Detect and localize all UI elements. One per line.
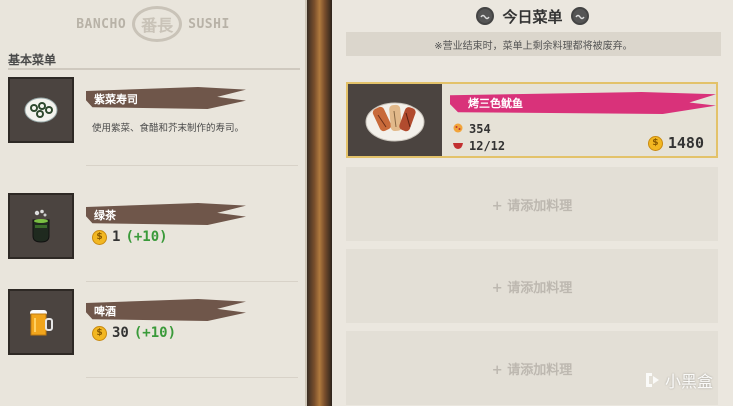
price-bonus: (+10) [133,325,177,341]
item-divider [86,281,298,282]
dish-stock: 12/12 [452,139,505,153]
brand-left-text: BANCHO [76,16,127,32]
dish-card-selected[interactable]: 烤三色鱿鱼 354 12/12 $ 1480 [346,82,718,158]
price-value: 1 [112,229,121,245]
item-divider [86,165,298,166]
menu-item-green-tea[interactable]: 绿茶 $ 1 (+10) [8,193,300,282]
dish-price: $ 1480 [647,134,704,152]
basic-menu-panel: BANCHO 番長 SUSHI 基本菜单 紫菜寿司 使用紫菜、食醋和芥末制作的寿… [0,0,307,406]
menu-item-beer[interactable]: 啤酒 $ 30 (+10) [8,289,300,378]
coin-icon: $ [92,325,107,341]
section-divider [8,68,300,70]
watermark-logo-icon [645,373,659,387]
wave-icon [476,7,495,25]
item-name: 啤酒 [94,305,116,318]
menu-notice: ※营业结束时，菜单上剩余料理都将被废弃。 [346,32,721,56]
add-dish-slot[interactable]: + 请添加料理 [346,249,718,323]
green-tea-icon [8,193,74,259]
taste-value: 354 [469,121,491,136]
coin-icon: $ [647,135,663,151]
add-dish-slot[interactable]: + 请添加料理 [346,167,718,241]
sushi-roll-icon [8,77,74,143]
section-title: 基本菜单 [8,53,57,67]
dish-taste: 354 [452,121,491,136]
beer-icon [8,289,74,355]
watermark: 小黑盒 [643,368,713,392]
dish-price-value: 1480 [667,134,704,152]
wave-icon [570,7,589,25]
dish-name: 烤三色鱿鱼 [468,97,523,110]
item-price: $ 1 (+10) [92,229,168,245]
item-divider [86,377,298,378]
price-value: 30 [112,325,129,341]
coin-icon: $ [92,229,107,245]
brand-seal: 番長 [132,6,183,42]
bowl-icon [452,139,464,153]
item-description: 使用紫菜、食醋和芥末制作的寿司。 [92,123,245,134]
stock-value: 12/12 [469,139,506,153]
taste-icon [452,121,464,136]
item-price: $ 30 (+10) [92,325,176,341]
menu-item-nori-sushi[interactable]: 紫菜寿司 使用紫菜、食醋和芥末制作的寿司。 [8,77,300,166]
grilled-squid-icon [348,84,442,156]
price-bonus: (+10) [125,229,168,245]
today-menu-header: 今日菜单 [332,4,733,28]
watermark-text: 小黑盒 [664,372,713,391]
today-menu-panel: 今日菜单 ※营业结束时，菜单上剩余料理都将被废弃。 烤三色鱿鱼 354 12/1… [332,0,733,406]
today-menu-title: 今日菜单 [502,7,563,26]
brand-right-text: SUSHI [188,16,230,32]
panel-divider [307,0,332,406]
item-name: 紫菜寿司 [94,93,138,106]
brand-logo: BANCHO 番長 SUSHI [58,6,248,42]
item-name: 绿茶 [94,209,116,222]
